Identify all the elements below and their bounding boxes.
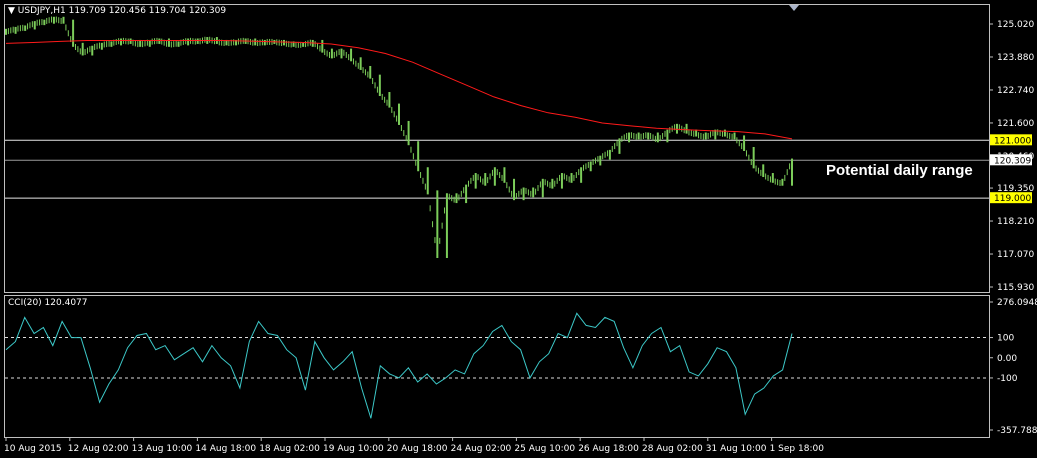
price-axis-label: 123.880 [997,53,1034,63]
indicator-header: CCI(20) 120.4077 [8,298,88,308]
time-axis-label: 25 Aug 10:00 [514,444,575,454]
time-axis-label: 20 Aug 18:00 [387,444,448,454]
ohlc-readout: 119.709 120.456 119.704 120.309 [68,6,227,16]
time-axis-label: 1 Sep 18:00 [770,444,825,454]
price-axis-label: 115.930 [997,283,1034,293]
time-axis-label: 13 Aug 10:00 [132,444,193,454]
price-axis-label: 118.210 [997,217,1034,227]
indicator-panel-frame [4,295,990,438]
price-panel-frame [4,4,990,293]
annotation-text: Potential daily range [826,162,973,179]
cci-axis-label: 100 [997,334,1014,344]
chart-window[interactable]: 125.020123.880122.740121.600120.460119.3… [0,0,1037,458]
time-axis-label: 26 Aug 18:00 [578,444,639,454]
price-axis-label: 122.740 [997,86,1034,96]
symbol-label: USDJPY,H1 [17,6,66,16]
time-axis-label: 12 Aug 02:00 [68,444,129,454]
axes: 125.020123.880122.740121.600120.460119.3… [4,20,1037,454]
time-axis-label: 31 Aug 10:00 [706,444,767,454]
level-price-tag-label: 121.000 [994,136,1031,146]
cci-plot [5,312,989,419]
price-axis-label: 117.070 [997,250,1034,260]
time-axis-label: 24 Aug 02:00 [451,444,512,454]
cci-axis-label: -100 [997,374,1018,384]
time-axis-label: 18 Aug 02:00 [259,444,320,454]
cci-line [5,312,793,419]
current-price-tag-label: 120.309 [994,156,1031,166]
time-axis-label: 19 Aug 10:00 [323,444,384,454]
dropdown-triangle-icon[interactable]: ▼ [8,6,15,16]
cci-axis-label: -357.7888 [997,426,1037,436]
level-price-tag-label: 119.000 [994,194,1031,204]
price-axis-label: 121.600 [997,119,1034,129]
chart-header: ▼ USDJPY,H1 119.709 120.456 119.704 120.… [8,6,226,16]
cci-axis-label: 276.0948 [997,298,1037,308]
time-axis-label: 28 Aug 02:00 [642,444,703,454]
cci-axis-label: 0.00 [997,354,1017,364]
time-axis-label: 10 Aug 2015 [4,444,62,454]
time-axis-label: 14 Aug 18:00 [195,444,256,454]
price-axis-label: 125.020 [997,20,1034,30]
chart-shift-marker-icon[interactable] [789,5,799,11]
price-plot [5,16,989,259]
